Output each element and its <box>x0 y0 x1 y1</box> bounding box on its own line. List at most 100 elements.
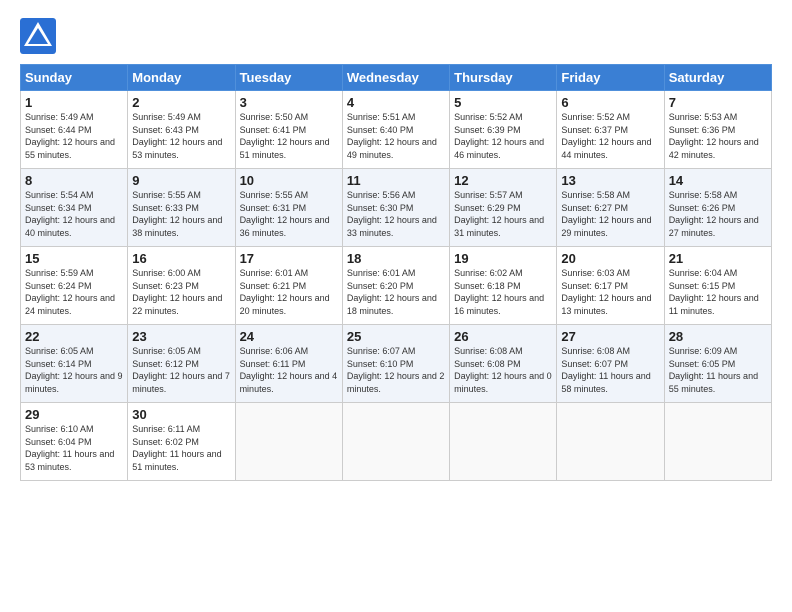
day-info: Sunrise: 6:05 AMSunset: 6:12 PMDaylight:… <box>132 346 230 394</box>
day-number: 22 <box>25 329 123 344</box>
day-number: 20 <box>561 251 659 266</box>
day-number: 17 <box>240 251 338 266</box>
day-cell: 28 Sunrise: 6:09 AMSunset: 6:05 PMDaylig… <box>664 325 771 403</box>
day-number: 27 <box>561 329 659 344</box>
day-cell <box>557 403 664 481</box>
day-info: Sunrise: 6:03 AMSunset: 6:17 PMDaylight:… <box>561 268 651 316</box>
col-header-thursday: Thursday <box>450 65 557 91</box>
day-info: Sunrise: 6:01 AMSunset: 6:20 PMDaylight:… <box>347 268 437 316</box>
day-info: Sunrise: 6:07 AMSunset: 6:10 PMDaylight:… <box>347 346 445 394</box>
day-cell: 17 Sunrise: 6:01 AMSunset: 6:21 PMDaylig… <box>235 247 342 325</box>
day-cell: 1 Sunrise: 5:49 AMSunset: 6:44 PMDayligh… <box>21 91 128 169</box>
day-number: 19 <box>454 251 552 266</box>
day-number: 25 <box>347 329 445 344</box>
day-cell: 18 Sunrise: 6:01 AMSunset: 6:20 PMDaylig… <box>342 247 449 325</box>
day-number: 7 <box>669 95 767 110</box>
day-info: Sunrise: 6:02 AMSunset: 6:18 PMDaylight:… <box>454 268 544 316</box>
logo-icon <box>20 18 56 54</box>
day-info: Sunrise: 6:04 AMSunset: 6:15 PMDaylight:… <box>669 268 759 316</box>
day-cell: 23 Sunrise: 6:05 AMSunset: 6:12 PMDaylig… <box>128 325 235 403</box>
col-header-saturday: Saturday <box>664 65 771 91</box>
page: SundayMondayTuesdayWednesdayThursdayFrid… <box>0 0 792 491</box>
day-info: Sunrise: 5:49 AMSunset: 6:43 PMDaylight:… <box>132 112 222 160</box>
day-info: Sunrise: 6:09 AMSunset: 6:05 PMDaylight:… <box>669 346 758 394</box>
day-number: 21 <box>669 251 767 266</box>
week-row-4: 22 Sunrise: 6:05 AMSunset: 6:14 PMDaylig… <box>21 325 772 403</box>
week-row-2: 8 Sunrise: 5:54 AMSunset: 6:34 PMDayligh… <box>21 169 772 247</box>
day-number: 29 <box>25 407 123 422</box>
day-number: 26 <box>454 329 552 344</box>
day-number: 8 <box>25 173 123 188</box>
day-cell: 15 Sunrise: 5:59 AMSunset: 6:24 PMDaylig… <box>21 247 128 325</box>
day-info: Sunrise: 5:52 AMSunset: 6:37 PMDaylight:… <box>561 112 651 160</box>
col-header-tuesday: Tuesday <box>235 65 342 91</box>
header <box>20 18 772 54</box>
day-info: Sunrise: 5:53 AMSunset: 6:36 PMDaylight:… <box>669 112 759 160</box>
day-cell: 9 Sunrise: 5:55 AMSunset: 6:33 PMDayligh… <box>128 169 235 247</box>
day-number: 4 <box>347 95 445 110</box>
day-cell: 30 Sunrise: 6:11 AMSunset: 6:02 PMDaylig… <box>128 403 235 481</box>
day-cell <box>664 403 771 481</box>
day-number: 11 <box>347 173 445 188</box>
day-info: Sunrise: 6:05 AMSunset: 6:14 PMDaylight:… <box>25 346 123 394</box>
day-number: 28 <box>669 329 767 344</box>
week-row-5: 29 Sunrise: 6:10 AMSunset: 6:04 PMDaylig… <box>21 403 772 481</box>
day-number: 12 <box>454 173 552 188</box>
day-cell: 29 Sunrise: 6:10 AMSunset: 6:04 PMDaylig… <box>21 403 128 481</box>
week-row-1: 1 Sunrise: 5:49 AMSunset: 6:44 PMDayligh… <box>21 91 772 169</box>
day-cell: 12 Sunrise: 5:57 AMSunset: 6:29 PMDaylig… <box>450 169 557 247</box>
day-cell: 13 Sunrise: 5:58 AMSunset: 6:27 PMDaylig… <box>557 169 664 247</box>
day-cell: 3 Sunrise: 5:50 AMSunset: 6:41 PMDayligh… <box>235 91 342 169</box>
day-cell: 14 Sunrise: 5:58 AMSunset: 6:26 PMDaylig… <box>664 169 771 247</box>
day-info: Sunrise: 6:10 AMSunset: 6:04 PMDaylight:… <box>25 424 114 472</box>
day-cell: 16 Sunrise: 6:00 AMSunset: 6:23 PMDaylig… <box>128 247 235 325</box>
day-cell <box>450 403 557 481</box>
title-area <box>60 18 772 20</box>
day-number: 1 <box>25 95 123 110</box>
calendar-header-row: SundayMondayTuesdayWednesdayThursdayFrid… <box>21 65 772 91</box>
day-cell: 8 Sunrise: 5:54 AMSunset: 6:34 PMDayligh… <box>21 169 128 247</box>
day-info: Sunrise: 5:57 AMSunset: 6:29 PMDaylight:… <box>454 190 544 238</box>
day-cell: 11 Sunrise: 5:56 AMSunset: 6:30 PMDaylig… <box>342 169 449 247</box>
day-info: Sunrise: 5:50 AMSunset: 6:41 PMDaylight:… <box>240 112 330 160</box>
day-cell: 20 Sunrise: 6:03 AMSunset: 6:17 PMDaylig… <box>557 247 664 325</box>
day-info: Sunrise: 6:08 AMSunset: 6:07 PMDaylight:… <box>561 346 650 394</box>
day-info: Sunrise: 5:55 AMSunset: 6:33 PMDaylight:… <box>132 190 222 238</box>
day-number: 2 <box>132 95 230 110</box>
logo <box>20 18 60 54</box>
day-cell <box>342 403 449 481</box>
col-header-sunday: Sunday <box>21 65 128 91</box>
day-cell: 19 Sunrise: 6:02 AMSunset: 6:18 PMDaylig… <box>450 247 557 325</box>
day-number: 16 <box>132 251 230 266</box>
day-number: 10 <box>240 173 338 188</box>
day-number: 9 <box>132 173 230 188</box>
day-cell: 26 Sunrise: 6:08 AMSunset: 6:08 PMDaylig… <box>450 325 557 403</box>
day-number: 13 <box>561 173 659 188</box>
calendar-table: SundayMondayTuesdayWednesdayThursdayFrid… <box>20 64 772 481</box>
col-header-friday: Friday <box>557 65 664 91</box>
day-info: Sunrise: 5:54 AMSunset: 6:34 PMDaylight:… <box>25 190 115 238</box>
day-cell: 27 Sunrise: 6:08 AMSunset: 6:07 PMDaylig… <box>557 325 664 403</box>
day-info: Sunrise: 5:59 AMSunset: 6:24 PMDaylight:… <box>25 268 115 316</box>
day-cell: 2 Sunrise: 5:49 AMSunset: 6:43 PMDayligh… <box>128 91 235 169</box>
day-number: 23 <box>132 329 230 344</box>
day-cell: 22 Sunrise: 6:05 AMSunset: 6:14 PMDaylig… <box>21 325 128 403</box>
day-cell: 25 Sunrise: 6:07 AMSunset: 6:10 PMDaylig… <box>342 325 449 403</box>
day-info: Sunrise: 6:11 AMSunset: 6:02 PMDaylight:… <box>132 424 221 472</box>
day-info: Sunrise: 5:56 AMSunset: 6:30 PMDaylight:… <box>347 190 437 238</box>
day-info: Sunrise: 6:00 AMSunset: 6:23 PMDaylight:… <box>132 268 222 316</box>
col-header-wednesday: Wednesday <box>342 65 449 91</box>
day-number: 6 <box>561 95 659 110</box>
week-row-3: 15 Sunrise: 5:59 AMSunset: 6:24 PMDaylig… <box>21 247 772 325</box>
day-cell: 4 Sunrise: 5:51 AMSunset: 6:40 PMDayligh… <box>342 91 449 169</box>
day-cell: 21 Sunrise: 6:04 AMSunset: 6:15 PMDaylig… <box>664 247 771 325</box>
day-info: Sunrise: 5:58 AMSunset: 6:27 PMDaylight:… <box>561 190 651 238</box>
col-header-monday: Monday <box>128 65 235 91</box>
day-cell: 24 Sunrise: 6:06 AMSunset: 6:11 PMDaylig… <box>235 325 342 403</box>
day-number: 3 <box>240 95 338 110</box>
day-info: Sunrise: 5:52 AMSunset: 6:39 PMDaylight:… <box>454 112 544 160</box>
day-info: Sunrise: 6:08 AMSunset: 6:08 PMDaylight:… <box>454 346 552 394</box>
day-cell: 5 Sunrise: 5:52 AMSunset: 6:39 PMDayligh… <box>450 91 557 169</box>
day-number: 15 <box>25 251 123 266</box>
day-cell <box>235 403 342 481</box>
